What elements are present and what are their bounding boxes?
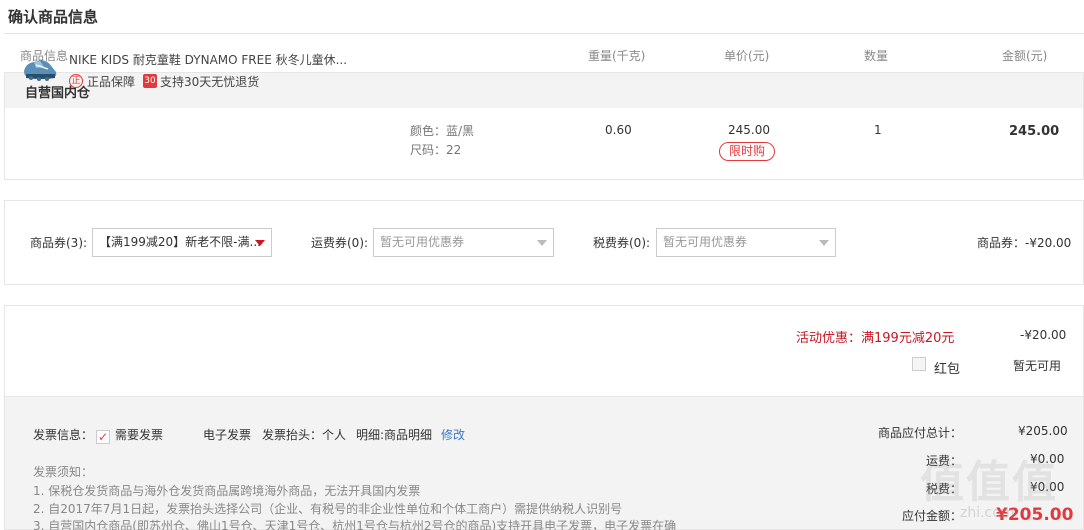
page-title: 确认商品信息 (8, 8, 99, 26)
invoice-edit-link[interactable]: 修改 (441, 426, 465, 443)
invoice-type: 电子发票 (203, 428, 252, 442)
goods-coupon-select[interactable]: 【满199减20】新老不限-满... (92, 228, 272, 257)
tax-coupon-select[interactable]: 暂无可用优惠券 (656, 228, 836, 257)
invoice-detail: 明细:商品明细 (356, 428, 433, 442)
promotion-label: 活动优惠：满199元减20元 (796, 331, 955, 346)
goods-coupon-label: 商品券(3): (30, 236, 88, 250)
invoice-notice-title: 发票须知： (33, 465, 94, 479)
red-packet-status: 暂无可用 (1013, 359, 1062, 373)
subtotal-value: ¥205.00 (1018, 424, 1068, 438)
product-size: 尺码：22 (410, 143, 462, 157)
chevron-down-icon (537, 240, 547, 246)
goods-coupon-selected: 【满199减20】新老不限-满... (99, 235, 261, 249)
promotion-section (4, 305, 1084, 396)
header-weight: 重量(千克) (588, 49, 646, 63)
subtotal-label: 商品应付总计： (878, 426, 963, 440)
header-quantity: 数量 (864, 49, 889, 63)
red-packet-label: 红包 (934, 362, 961, 377)
shipping-coupon-label: 运费券(0): (311, 236, 369, 250)
header-amount: 金额(元) (1002, 49, 1048, 63)
tax-coupon-label: 税费券(0): (593, 236, 651, 250)
product-amount: 245.00 (1009, 124, 1060, 139)
red-packet-checkbox[interactable] (912, 357, 926, 371)
product-name[interactable]: NIKE KIDS 耐克童鞋 DYNAMO FREE 秋冬儿童休... (69, 51, 347, 68)
invoice-label: 发票信息： (33, 428, 94, 442)
site-watermark-url: zhi.com (960, 505, 1015, 521)
product-weight: 0.60 (605, 123, 632, 137)
need-invoice-checkbox[interactable]: ✓ (96, 430, 110, 444)
tax-coupon-placeholder: 暂无可用优惠券 (663, 235, 748, 249)
flash-sale-tag: 限时购 (719, 142, 775, 161)
product-color: 颜色：蓝/黑 (410, 124, 475, 138)
site-watermark: 值值值 (920, 457, 1058, 508)
shipping-coupon-select[interactable]: 暂无可用优惠券 (373, 228, 554, 257)
return-policy-label: 支持30天无忧退货 (160, 75, 260, 89)
chevron-down-icon (819, 240, 829, 246)
genuine-guarantee-label: 正品保障 (87, 75, 136, 89)
invoice-title: 发票抬头：个人 (262, 428, 347, 442)
header-unit-price: 单价(元) (724, 49, 770, 63)
return-30-icon: 30 (143, 74, 157, 88)
promotion-value: -¥20.00 (1020, 328, 1067, 342)
title-divider (4, 33, 1084, 34)
invoice-notice-2: 2. 自2017年7月1日起，发票抬头选择公司（企业、有税号的非企业性单位和个体… (33, 502, 623, 516)
chevron-down-icon (255, 240, 265, 246)
product-quantity: 1 (874, 123, 882, 137)
coupon-summary: 商品券：-¥20.00 (977, 236, 1072, 250)
genuine-icon: 正 (69, 74, 83, 88)
invoice-notice-3: 3. 自营国内仓商品(即苏州仓、佛山1号仓、天津1号仓、杭州1号仓与杭州2号仓的… (33, 519, 677, 530)
shipping-coupon-placeholder: 暂无可用优惠券 (380, 235, 465, 249)
need-invoice-label: 需要发票 (115, 428, 164, 442)
product-image[interactable] (22, 55, 58, 83)
product-unit-price: 245.00 (728, 123, 770, 137)
invoice-notice-1: 1. 保税仓发货商品与海外仓发货商品属跨境海外商品，无法开具国内发票 (33, 484, 421, 498)
